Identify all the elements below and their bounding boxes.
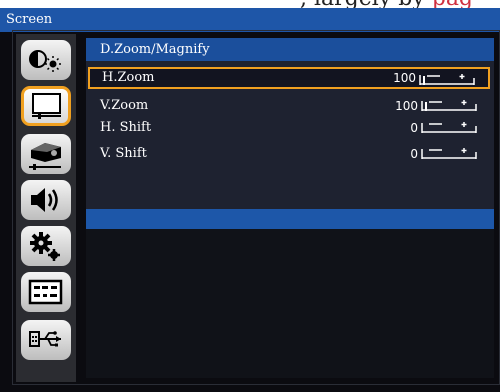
usb-icon	[29, 331, 61, 347]
v-zoom-label: V.Zoom	[100, 98, 149, 113]
menu-title: Screen	[0, 8, 500, 32]
sidebar-item-volume[interactable]	[21, 180, 71, 220]
h-shift-slider[interactable]	[420, 120, 480, 134]
sidebar-item-picture[interactable]	[21, 40, 71, 80]
menu-list: H.Zoom 100 V.Zoom 100 H. Shift 0 V. Shif…	[86, 61, 494, 209]
v-shift-value: 0	[410, 147, 418, 161]
settings-panel: D.Zoom/Magnify H.Zoom 100 V.Zoom 100 H. …	[86, 38, 494, 378]
sidebar	[16, 34, 76, 382]
v-shift-slider[interactable]	[420, 146, 480, 160]
h-shift-label: H. Shift	[100, 120, 152, 135]
v-zoom-slider[interactable]	[420, 98, 480, 112]
screen-icon	[32, 93, 61, 119]
brightness-settings-icon	[29, 50, 61, 72]
v-zoom-row[interactable]: V.Zoom 100	[88, 95, 490, 117]
status-bar	[86, 209, 494, 229]
h-zoom-slider[interactable]	[418, 72, 478, 86]
v-shift-row[interactable]: V. Shift 0	[88, 143, 490, 165]
h-shift-value: 0	[410, 121, 418, 135]
projector-icon	[29, 143, 61, 170]
h-shift-row[interactable]: H. Shift 0	[88, 117, 490, 139]
gears-icon	[30, 232, 60, 261]
sidebar-item-usb[interactable]	[21, 320, 71, 360]
h-zoom-row[interactable]: H.Zoom 100	[88, 67, 490, 89]
v-zoom-value: 100	[395, 99, 418, 113]
sidebar-item-screen[interactable]	[21, 86, 71, 126]
speaker-icon	[31, 188, 58, 212]
sidebar-item-information[interactable]	[21, 272, 71, 312]
info-panel-icon	[28, 279, 63, 305]
panel-heading: D.Zoom/Magnify	[86, 38, 494, 61]
h-zoom-label: H.Zoom	[102, 70, 155, 85]
sidebar-item-setting[interactable]	[21, 134, 71, 174]
v-shift-label: V. Shift	[100, 146, 147, 161]
sidebar-item-options[interactable]	[21, 226, 71, 266]
h-zoom-value: 100	[393, 71, 416, 85]
